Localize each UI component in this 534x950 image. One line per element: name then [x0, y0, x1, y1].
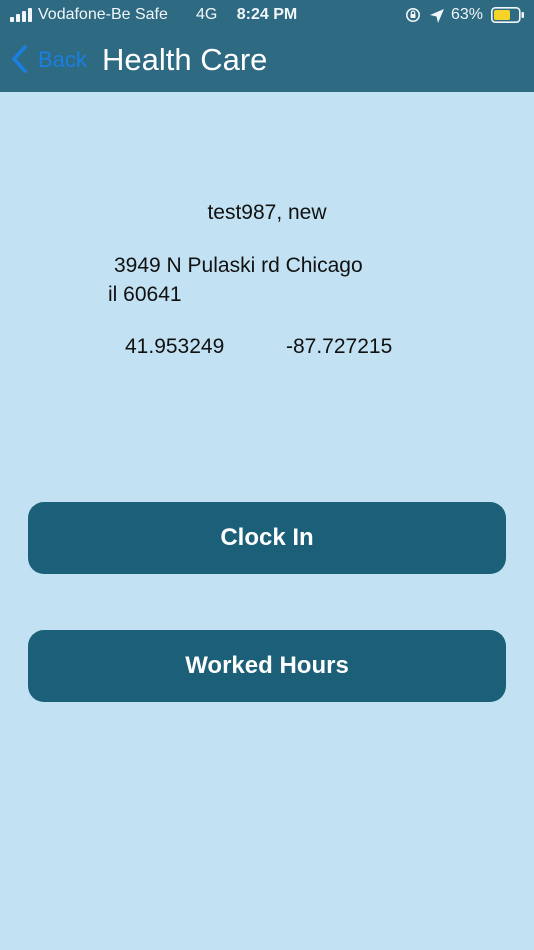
- back-label: Back: [38, 47, 87, 72]
- navigation-bar: Back Health Care: [0, 30, 534, 92]
- address-line-1: 3949 N Pulaski rd Chicago: [114, 254, 363, 277]
- page-title: Health Care: [102, 42, 268, 77]
- status-bar: Vodafone-Be Safe 4G 8:24 PM 63%: [0, 0, 534, 30]
- status-time: 8:24 PM: [236, 6, 298, 23]
- header-area: Vodafone-Be Safe 4G 8:24 PM 63% Back Hea…: [0, 0, 534, 92]
- signal-icon: [10, 8, 34, 22]
- battery-percent: 63%: [451, 6, 484, 23]
- chevron-left-icon: [12, 45, 27, 73]
- carrier-name: Vodafone-Be Safe: [38, 6, 168, 23]
- clock-in-button[interactable]: Clock In: [28, 502, 506, 574]
- address-line-2: il 60641: [108, 283, 182, 306]
- network-type: 4G: [196, 6, 218, 23]
- back-button[interactable]: Back: [10, 42, 92, 76]
- latitude-value: 41.953249: [125, 335, 225, 358]
- worked-hours-button[interactable]: Worked Hours: [28, 630, 506, 702]
- client-name: test987, new: [207, 201, 327, 224]
- status-icons: 63%: [405, 5, 530, 25]
- orientation-lock-icon: [406, 8, 420, 22]
- longitude-value: -87.727215: [286, 335, 393, 358]
- battery-icon: [491, 7, 524, 23]
- location-arrow-icon: [430, 9, 444, 23]
